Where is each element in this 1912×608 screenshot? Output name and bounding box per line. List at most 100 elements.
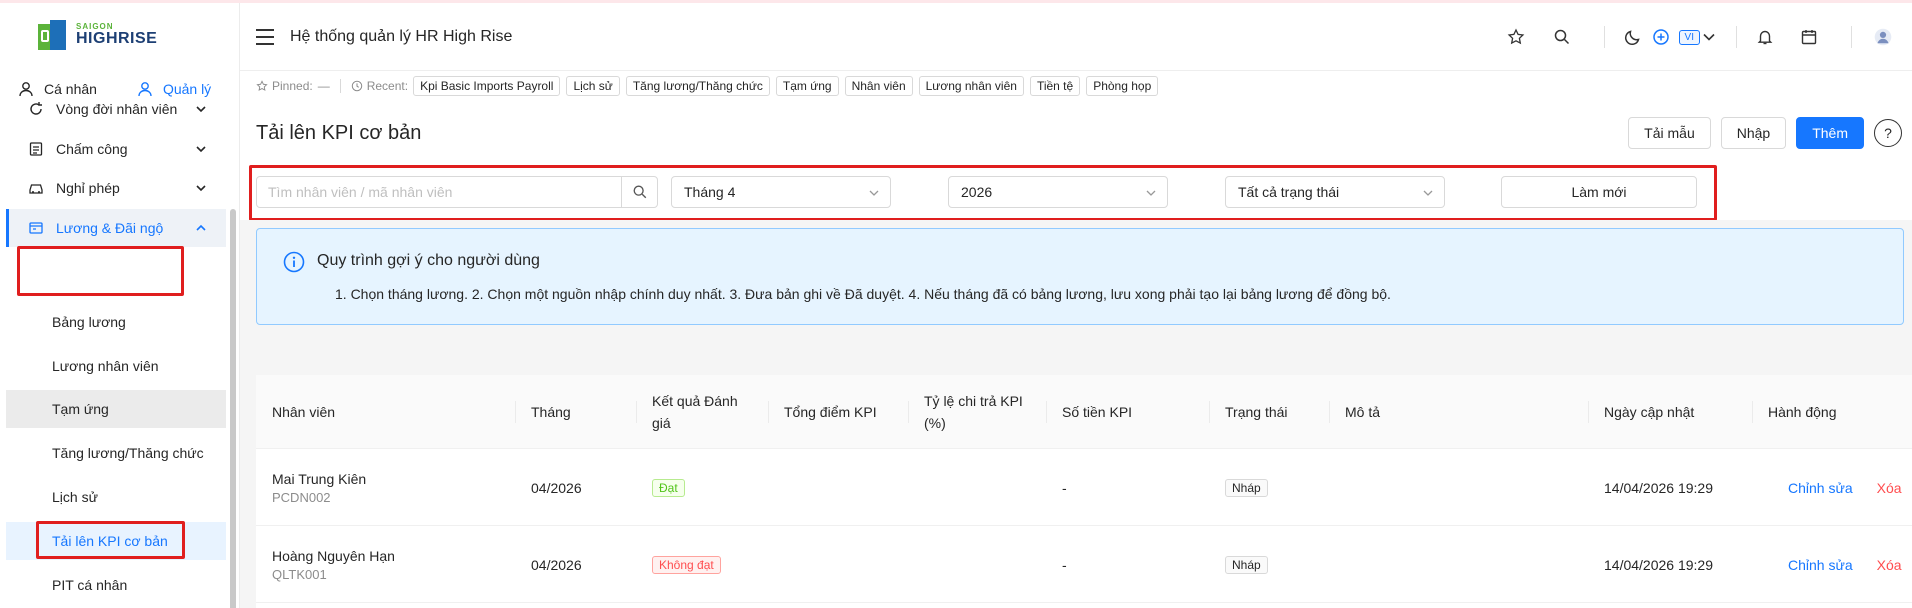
column-header-updated: Ngày cập nhật (1588, 375, 1752, 449)
status-tag: Nháp (1225, 478, 1268, 497)
bell-icon[interactable] (1755, 27, 1775, 47)
info-icon (283, 251, 305, 273)
sidebar: SAIGON HIGHRISE Cá nhân Quản lý Vòng đời… (0, 3, 240, 608)
sidebar-subitem-employee-salary[interactable]: Lương nhân viên (6, 347, 226, 385)
sidebar-subitem-raise-promotion[interactable]: Tăng lương/Thăng chức (6, 434, 226, 472)
chevron-down-icon (1423, 190, 1433, 196)
cell-total-score (768, 449, 784, 526)
chevron-down-icon (196, 146, 206, 153)
cell-pay-rate (908, 449, 924, 526)
chevron-down-icon (196, 185, 206, 192)
dark-mode-icon[interactable] (1623, 27, 1643, 47)
cell-month: 04/2026 (531, 556, 582, 573)
sidebar-subitem-history[interactable]: Lịch sử (6, 478, 226, 516)
download-template-button[interactable]: Tải mẫu (1628, 117, 1711, 149)
brand-logo[interactable]: SAIGON HIGHRISE (38, 15, 168, 55)
sidebar-subitem-advance[interactable]: Tạm ứng (6, 390, 226, 428)
info-alert: Quy trình gợi ý cho người dùng 1. Chọn t… (256, 228, 1904, 325)
app-title: Hệ thống quản lý HR High Rise (290, 28, 513, 45)
recent-chip[interactable]: Tạm ứng (775, 76, 839, 96)
wallet-icon (29, 222, 43, 234)
sidebar-item-label: Chấm công (56, 141, 128, 157)
chevron-down-icon (1146, 190, 1156, 196)
page-title: Tải lên KPI cơ bản (256, 122, 422, 144)
status-select[interactable]: Tất cả trạng thái (1225, 176, 1445, 208)
menu-toggle-icon[interactable] (256, 29, 274, 45)
column-header-amount: Số tiền KPI (1046, 375, 1209, 449)
delete-link[interactable]: Xóa (1877, 480, 1902, 496)
alert-title: Quy trình gợi ý cho người dùng (317, 252, 540, 269)
status-tag: Nháp (1225, 555, 1268, 574)
add-button[interactable]: Thêm (1796, 117, 1864, 149)
edit-link[interactable]: Chỉnh sửa (1788, 557, 1853, 573)
cell-updated: 14/04/2026 19:29 (1604, 556, 1713, 573)
column-header-actions: Hành động (1752, 375, 1912, 449)
recent-label: Recent: (366, 79, 409, 93)
recent-chip[interactable]: Phòng họp (1086, 76, 1159, 96)
column-header-pay-rate: Tỷ lệ chi trả KPI (%) (908, 375, 1046, 449)
search-button[interactable] (621, 177, 657, 207)
delete-link[interactable]: Xóa (1877, 557, 1902, 573)
employee-code: PCDN002 (272, 489, 331, 505)
avatar[interactable] (1870, 24, 1896, 50)
import-button[interactable]: Nhập (1720, 117, 1787, 149)
recent-chip[interactable]: Lịch sử (566, 76, 620, 96)
month-select-value: Tháng 4 (684, 184, 736, 200)
recent-chip[interactable]: Tăng lương/Thăng chức (625, 76, 770, 96)
edit-link[interactable]: Chỉnh sửa (1788, 480, 1853, 496)
sidebar-item-employee-lifecycle[interactable]: Vòng đời nhân viên (6, 90, 226, 128)
sidebar-scrollbar[interactable] (230, 209, 236, 608)
cell-status: Nháp (1209, 526, 1268, 603)
header-divider (1736, 26, 1737, 48)
chevron-down-icon (196, 106, 206, 113)
employee-name: Mai Trung Kiên (272, 470, 367, 487)
table-row[interactable]: Hoàng Nguyên Hạn QLTK001 04/2026 Không đ… (256, 526, 1912, 603)
cell-actions: Chỉnh sửa Xóa (1772, 449, 1902, 526)
search-icon[interactable] (1552, 27, 1572, 47)
language-badge: VI (1678, 29, 1700, 45)
sidebar-item-leave[interactable]: Nghỉ phép (6, 169, 226, 207)
sidebar-item-payroll-benefits[interactable]: Lương & Đãi ngộ (6, 209, 226, 247)
column-header-status: Trạng thái (1209, 375, 1329, 449)
sidebar-item-attendance[interactable]: Chấm công (6, 130, 226, 168)
sidebar-subitem-pit[interactable]: PIT cá nhân (6, 566, 226, 604)
calendar-icon[interactable] (1799, 27, 1819, 47)
chevron-up-icon (196, 224, 206, 231)
cell-employee: Hoàng Nguyên Hạn QLTK001 (256, 526, 395, 603)
sidebar-item-label: Nghỉ phép (56, 180, 120, 196)
sidebar-subitem-payroll-table[interactable]: Bảng lương (6, 303, 226, 341)
search-input[interactable] (257, 177, 617, 207)
alert-description: 1. Chọn tháng lương. 2. Chọn một nguồn n… (335, 286, 1391, 302)
recent-chip[interactable]: Lương nhân viên (918, 76, 1024, 96)
page-actions: Tải mẫu Nhập Thêm ? (1628, 117, 1902, 149)
sidebar-subitem-kpi-upload[interactable]: Tải lên KPI cơ bản (6, 522, 226, 560)
recent-chip[interactable]: Kpi Basic Imports Payroll (413, 76, 561, 96)
clock-icon (351, 80, 362, 92)
add-circle-icon[interactable] (1651, 27, 1671, 47)
cell-description (1329, 526, 1345, 603)
employee-name: Hoàng Nguyên Hạn (272, 547, 395, 564)
logo-text: SAIGON HIGHRISE (76, 23, 157, 47)
logo-big-text: HIGHRISE (76, 30, 158, 47)
pinned-divider (339, 79, 341, 93)
column-header-description: Mô tả (1329, 375, 1588, 449)
table-row[interactable]: Mai Trung Kiên PCDN002 04/2026 Đạt - Nhá… (256, 449, 1912, 526)
refresh-icon (30, 102, 42, 115)
column-header-total-score: Tổng điểm KPI (768, 375, 908, 449)
help-icon[interactable]: ? (1874, 119, 1902, 147)
language-selector[interactable]: VI (1678, 29, 1716, 45)
star-icon[interactable] (1506, 27, 1526, 47)
header-divider (1603, 26, 1605, 48)
cell-status: Nháp (1209, 449, 1268, 526)
month-select[interactable]: Tháng 4 (671, 176, 891, 208)
recent-chip[interactable]: Nhân viên (844, 76, 913, 96)
chevron-down-icon (869, 190, 879, 196)
cell-result: Không đạt (636, 526, 721, 603)
refresh-button[interactable]: Làm mới (1501, 176, 1697, 208)
search-icon (633, 185, 646, 199)
year-select[interactable]: 2026 (948, 176, 1168, 208)
kpi-table: Nhân viên Tháng Kết quả Đánh giá Tổng điể… (256, 375, 1912, 608)
recent-chip[interactable]: Tiền tệ (1029, 76, 1081, 96)
filter-bar: Tháng 4 2026 Tất cả trạng thái Làm mới (256, 176, 1706, 208)
cell-pay-rate (908, 526, 924, 603)
